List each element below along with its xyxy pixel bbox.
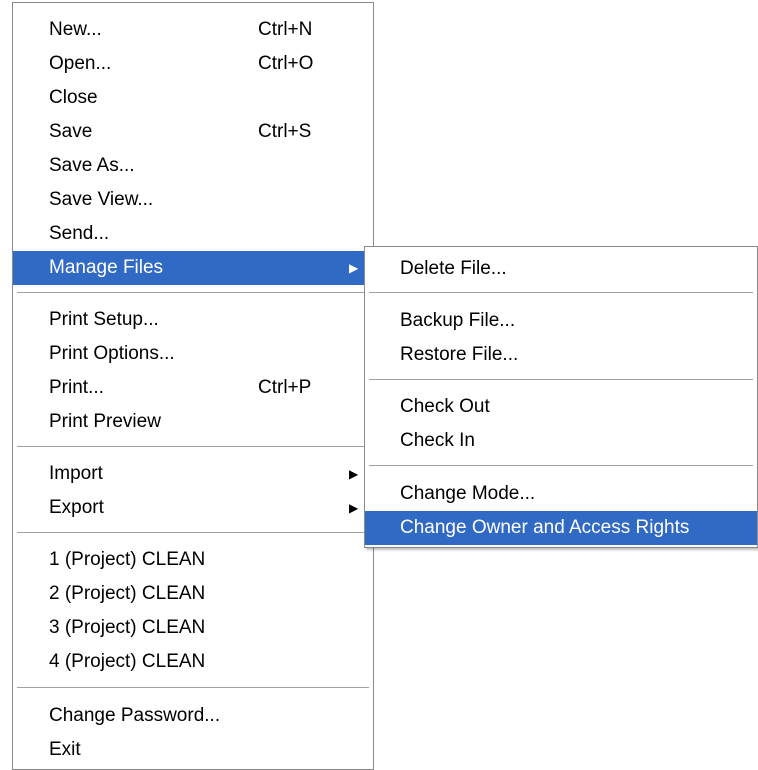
menu-item-label: Open... bbox=[49, 53, 112, 74]
menu-item-label: 3 (Project) CLEAN bbox=[49, 617, 206, 638]
menu-item-label: Delete File... bbox=[400, 258, 507, 279]
menu-item-shortcut: Ctrl+P bbox=[258, 377, 312, 398]
menu-item-close[interactable]: Close bbox=[13, 81, 373, 115]
menu-item-label: Check In bbox=[400, 430, 475, 451]
menu-item-label: Save bbox=[49, 121, 93, 142]
submenu-arrow-icon: ▶ bbox=[349, 467, 359, 481]
menu-item-shortcut: Ctrl+S bbox=[258, 121, 312, 142]
menu-item-send[interactable]: Send... bbox=[13, 217, 373, 251]
menu-item-save[interactable]: Save Ctrl+S bbox=[13, 115, 373, 149]
menu-item-print-preview[interactable]: Print Preview bbox=[13, 405, 373, 439]
manage-files-submenu: Delete File... Backup File... Restore Fi… bbox=[364, 246, 758, 548]
menu-separator bbox=[369, 465, 753, 467]
menu-separator bbox=[369, 292, 753, 294]
menu-item-recent-3[interactable]: 3 (Project) CLEAN bbox=[13, 611, 373, 645]
menu-item-manage-files[interactable]: Manage Files ▶ bbox=[13, 251, 373, 285]
submenu-arrow-icon: ▶ bbox=[349, 501, 359, 515]
file-menu: New... Ctrl+N Open... Ctrl+O Close Save … bbox=[12, 2, 374, 770]
menu-separator bbox=[17, 292, 369, 294]
submenu-item-change-mode[interactable]: Change Mode... bbox=[365, 477, 757, 511]
menu-item-shortcut: Ctrl+O bbox=[258, 53, 314, 74]
menu-item-exit[interactable]: Exit bbox=[13, 733, 373, 767]
menu-item-open[interactable]: Open... Ctrl+O bbox=[13, 47, 373, 81]
menu-item-label: Save As... bbox=[49, 155, 135, 176]
submenu-item-delete-file[interactable]: Delete File... bbox=[365, 252, 757, 286]
submenu-item-check-out[interactable]: Check Out bbox=[365, 390, 757, 424]
menu-item-label: Change Mode... bbox=[400, 483, 536, 504]
submenu-item-change-owner[interactable]: Change Owner and Access Rights bbox=[365, 511, 757, 545]
menu-item-label: Import bbox=[49, 463, 103, 484]
menu-item-label: Export bbox=[49, 497, 104, 518]
menu-item-save-as[interactable]: Save As... bbox=[13, 149, 373, 183]
menu-item-print[interactable]: Print... Ctrl+P bbox=[13, 371, 373, 405]
menu-item-label: Change Owner and Access Rights bbox=[400, 517, 690, 538]
menu-item-label: Send... bbox=[49, 223, 110, 244]
menu-item-label: Check Out bbox=[400, 396, 490, 417]
menu-item-label: Print... bbox=[49, 377, 104, 398]
menu-item-new[interactable]: New... Ctrl+N bbox=[13, 13, 373, 47]
menu-item-label: New... bbox=[49, 19, 102, 40]
menu-item-label: Print Preview bbox=[49, 411, 161, 432]
menu-item-label: 2 (Project) CLEAN bbox=[49, 583, 206, 604]
menu-item-label: 4 (Project) CLEAN bbox=[49, 651, 206, 672]
submenu-arrow-icon: ▶ bbox=[349, 261, 359, 275]
menu-item-label: Save View... bbox=[49, 189, 154, 210]
menu-item-label: Change Password... bbox=[49, 705, 221, 726]
menu-separator bbox=[369, 379, 753, 381]
menu-separator bbox=[17, 687, 369, 689]
menu-item-label: Restore File... bbox=[400, 344, 519, 365]
menu-item-label: Backup File... bbox=[400, 310, 516, 331]
menu-item-shortcut: Ctrl+N bbox=[258, 19, 313, 40]
menu-item-label: Close bbox=[49, 87, 98, 108]
menu-item-label: Manage Files bbox=[49, 257, 164, 278]
menu-item-recent-4[interactable]: 4 (Project) CLEAN bbox=[13, 645, 373, 679]
menu-separator bbox=[17, 446, 369, 448]
menu-item-label: Print Setup... bbox=[49, 309, 159, 330]
menu-item-import[interactable]: Import ▶ bbox=[13, 457, 373, 491]
menu-item-save-view[interactable]: Save View... bbox=[13, 183, 373, 217]
menu-item-print-options[interactable]: Print Options... bbox=[13, 337, 373, 371]
menu-item-label: 1 (Project) CLEAN bbox=[49, 549, 206, 570]
menu-item-label: Print Options... bbox=[49, 343, 175, 364]
menu-item-print-setup[interactable]: Print Setup... bbox=[13, 303, 373, 337]
menu-item-recent-1[interactable]: 1 (Project) CLEAN bbox=[13, 543, 373, 577]
menu-item-label: Exit bbox=[49, 739, 81, 760]
menu-item-export[interactable]: Export ▶ bbox=[13, 491, 373, 525]
submenu-item-check-in[interactable]: Check In bbox=[365, 424, 757, 458]
submenu-item-backup-file[interactable]: Backup File... bbox=[365, 304, 757, 338]
menu-separator bbox=[17, 532, 369, 534]
menu-item-change-password[interactable]: Change Password... bbox=[13, 699, 373, 733]
menu-item-recent-2[interactable]: 2 (Project) CLEAN bbox=[13, 577, 373, 611]
submenu-item-restore-file[interactable]: Restore File... bbox=[365, 338, 757, 372]
